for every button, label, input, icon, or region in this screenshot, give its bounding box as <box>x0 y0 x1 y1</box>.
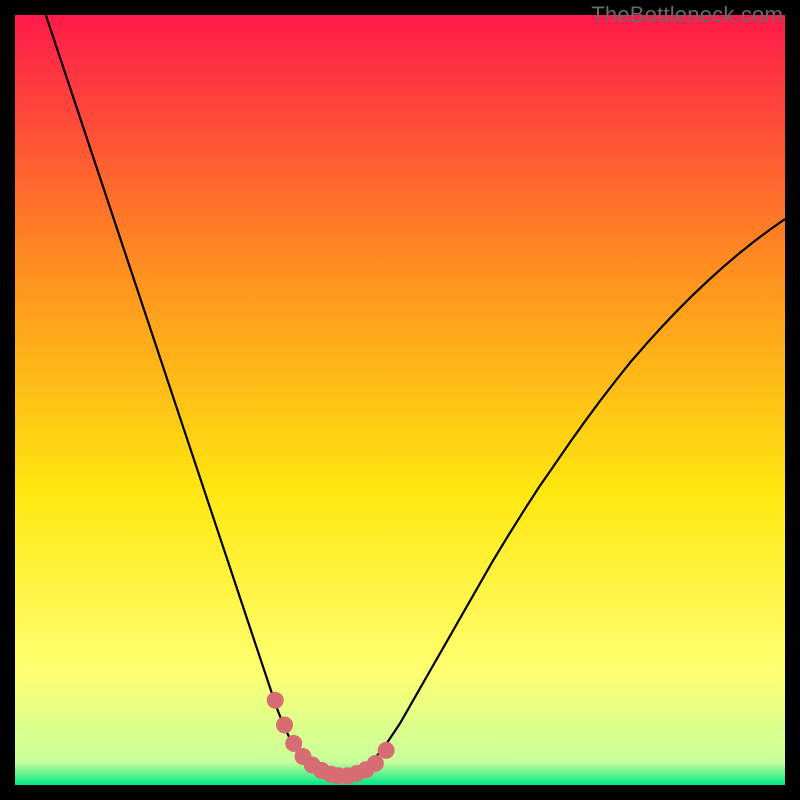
chart-frame: { "watermark": "TheBottleneck.com", "col… <box>0 0 800 800</box>
highlight-dot <box>267 692 284 709</box>
plot-area <box>15 15 785 785</box>
gradient-background <box>15 15 785 785</box>
highlight-dot <box>378 742 395 759</box>
highlight-dot <box>276 716 293 733</box>
highlight-dot <box>367 755 384 772</box>
plot-svg <box>15 15 785 785</box>
watermark-text: TheBottleneck.com <box>591 2 783 28</box>
